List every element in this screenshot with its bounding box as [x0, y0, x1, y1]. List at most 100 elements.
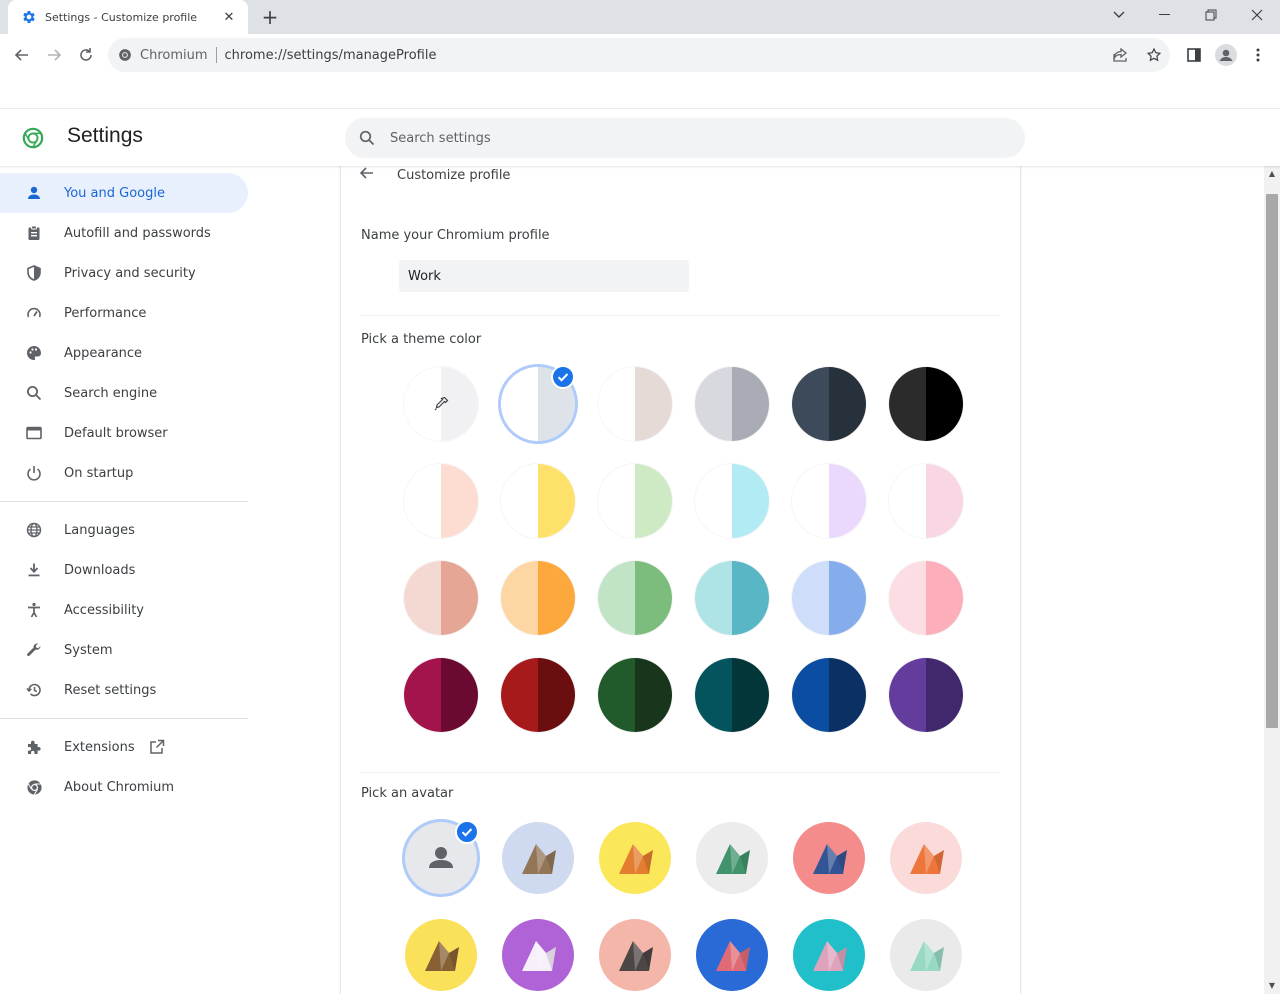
- theme-swatch-salmon[interactable]: [404, 561, 478, 635]
- back-arrow-button[interactable]: [359, 165, 379, 185]
- swatch-right-half: [441, 464, 478, 538]
- share-button[interactable]: [1106, 41, 1134, 69]
- sidebar-item-languages[interactable]: Languages: [0, 510, 248, 550]
- chevron-down-icon: [1113, 11, 1125, 18]
- theme-swatch-light-green[interactable]: [598, 464, 672, 538]
- close-window-button[interactable]: [1234, 0, 1280, 30]
- theme-swatch-blue[interactable]: [792, 561, 866, 635]
- menu-button[interactable]: [1244, 41, 1272, 69]
- theme-swatch-orange[interactable]: [501, 561, 575, 635]
- unicorn-avatar[interactable]: [890, 919, 962, 991]
- origami-figure-icon: [910, 941, 944, 971]
- penguin-avatar[interactable]: [599, 919, 671, 991]
- sidebar-item-label: Performance: [64, 305, 147, 321]
- sidebar-item-autofill[interactable]: Autofill and passwords: [0, 213, 248, 253]
- theme-swatch-warm-grey[interactable]: [598, 367, 672, 441]
- back-button[interactable]: [8, 41, 36, 69]
- shield-icon: [24, 263, 44, 283]
- swatch-left-half: [501, 464, 538, 538]
- theme-swatch-red[interactable]: [501, 658, 575, 732]
- theme-swatch-dark-teal[interactable]: [695, 658, 769, 732]
- checkmark-icon: [557, 373, 569, 382]
- customize-profile-card: Customize profile Name your Chromium pro…: [340, 160, 1021, 994]
- swatch-right-half: [829, 367, 866, 441]
- swatch-right-half: [441, 658, 478, 732]
- swatch-left-half: [792, 367, 829, 441]
- swatch-right-half: [926, 367, 963, 441]
- profile-button[interactable]: [1212, 41, 1240, 69]
- dragon-avatar[interactable]: [696, 822, 768, 894]
- tab-search-button[interactable]: [1096, 0, 1142, 30]
- monkey-avatar[interactable]: [405, 919, 477, 991]
- profile-name-input[interactable]: [399, 260, 689, 292]
- fox-avatar[interactable]: [890, 822, 962, 894]
- sidebar-item-performance[interactable]: Performance: [0, 293, 248, 333]
- theme-swatch-navy[interactable]: [792, 658, 866, 732]
- sidebar-item-on-startup[interactable]: On startup: [0, 453, 248, 493]
- swatch-left-half: [889, 464, 926, 538]
- sidebar-item-appearance[interactable]: Appearance: [0, 333, 248, 373]
- corgi-avatar[interactable]: [599, 822, 671, 894]
- site-chip: Chromium: [140, 47, 208, 63]
- reload-button[interactable]: [72, 41, 100, 69]
- panda-avatar[interactable]: [502, 919, 574, 991]
- minimize-button[interactable]: [1142, 0, 1188, 30]
- sidebar-item-reset-settings[interactable]: Reset settings: [0, 670, 248, 710]
- sidebar-item-downloads[interactable]: Downloads: [0, 550, 248, 590]
- theme-swatch-lavender[interactable]: [792, 464, 866, 538]
- theme-swatch-purple[interactable]: [889, 658, 963, 732]
- swatch-left-half: [695, 367, 732, 441]
- origami-figure-icon: [910, 844, 944, 874]
- sidebar-item-accessibility[interactable]: Accessibility: [0, 590, 248, 630]
- side-panel-button[interactable]: [1180, 41, 1208, 69]
- sidebar-divider: [0, 718, 248, 719]
- sidebar-item-label: Privacy and security: [64, 265, 196, 281]
- sidebar-item-about-chromium[interactable]: About Chromium: [0, 767, 248, 807]
- theme-swatch-green[interactable]: [598, 561, 672, 635]
- cat-avatar[interactable]: [502, 822, 574, 894]
- scroll-up-arrow[interactable]: ▲: [1264, 166, 1280, 182]
- close-tab-icon[interactable]: ✕: [220, 10, 238, 25]
- palette-icon: [24, 343, 44, 363]
- theme-swatch-black[interactable]: [889, 367, 963, 441]
- url-text: chrome://settings/manageProfile: [224, 47, 437, 63]
- theme-swatch-teal[interactable]: [695, 561, 769, 635]
- sidebar-item-you-and-google[interactable]: You and Google: [0, 173, 248, 213]
- swatch-left-half: [889, 367, 926, 441]
- theme-swatch-peach[interactable]: [404, 464, 478, 538]
- theme-swatch-cool-grey[interactable]: [695, 367, 769, 441]
- tab-settings[interactable]: Settings - Customize profile ✕: [8, 0, 248, 34]
- theme-swatch-yellow[interactable]: [501, 464, 575, 538]
- restore-button[interactable]: [1188, 0, 1234, 30]
- origami-figure-icon: [619, 941, 653, 971]
- search-settings-input[interactable]: Search settings: [345, 118, 1025, 158]
- globe-icon: [24, 520, 44, 540]
- sidebar-item-system[interactable]: System: [0, 630, 248, 670]
- theme-swatch-light-cyan[interactable]: [695, 464, 769, 538]
- sidebar-item-privacy[interactable]: Privacy and security: [0, 253, 248, 293]
- theme-swatch-crimson[interactable]: [404, 658, 478, 732]
- swatch-right-half: [926, 658, 963, 732]
- theme-swatch-slate[interactable]: [792, 367, 866, 441]
- scroll-down-arrow[interactable]: ▼: [1264, 978, 1280, 994]
- butterfly-avatar[interactable]: [696, 919, 768, 991]
- scrollbar-thumb[interactable]: [1266, 194, 1278, 728]
- forward-button[interactable]: [40, 41, 68, 69]
- sidebar-item-search-engine[interactable]: Search engine: [0, 373, 248, 413]
- theme-swatch-custom-color[interactable]: [404, 367, 478, 441]
- theme-swatch-pink[interactable]: [889, 561, 963, 635]
- sidebar-item-extensions[interactable]: Extensions: [0, 727, 248, 767]
- sidebar-item-label: Autofill and passwords: [64, 225, 211, 241]
- bookmark-button[interactable]: [1140, 41, 1168, 69]
- sidebar-item-label: About Chromium: [64, 779, 175, 795]
- theme-swatch-light-pink[interactable]: [889, 464, 963, 538]
- theme-swatch-dark-green[interactable]: [598, 658, 672, 732]
- elephant-avatar[interactable]: [793, 822, 865, 894]
- kebab-menu-icon: [1256, 48, 1260, 62]
- page-scrollbar[interactable]: ▲ ▼: [1264, 166, 1280, 994]
- address-bar[interactable]: Chromium chrome://settings/manageProfile: [108, 38, 1170, 72]
- new-tab-button[interactable]: +: [256, 4, 284, 30]
- sidebar-item-default-browser[interactable]: Default browser: [0, 413, 248, 453]
- rabbit-avatar[interactable]: [793, 919, 865, 991]
- swatch-left-half: [889, 658, 926, 732]
